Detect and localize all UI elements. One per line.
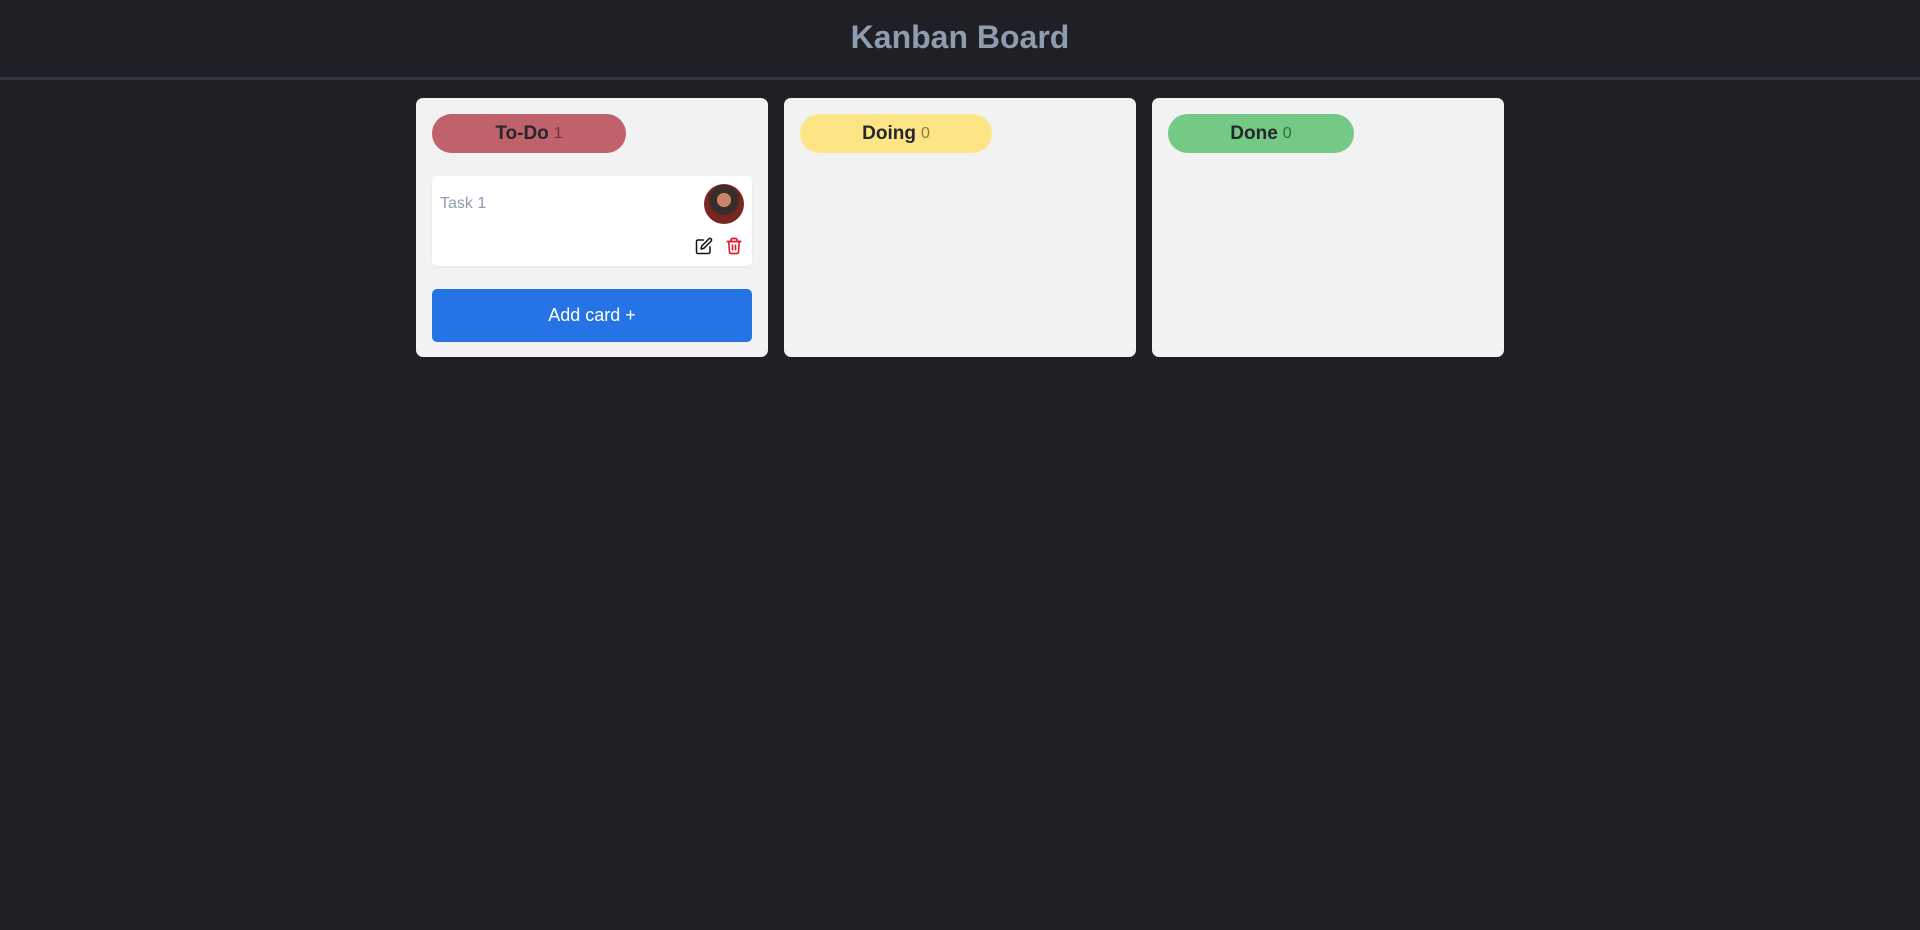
- column-todo: To-Do 1 Task 1 Add card +: [416, 98, 768, 357]
- header: Kanban Board: [0, 0, 1920, 80]
- column-title: To-Do: [495, 122, 549, 144]
- column-header-doing: Doing 0: [800, 114, 992, 153]
- column-doing: Doing 0: [784, 98, 1136, 357]
- column-title: Doing: [862, 122, 916, 144]
- kanban-board: To-Do 1 Task 1 Add card + Doing 0 Done 0: [416, 98, 1504, 357]
- avatar: [704, 184, 744, 224]
- page-title: Kanban Board: [850, 19, 1070, 55]
- card-actions: [694, 236, 744, 256]
- column-header-todo: To-Do 1: [432, 114, 626, 153]
- column-header-done: Done 0: [1168, 114, 1354, 153]
- card-title: Task 1: [440, 195, 487, 212]
- task-card[interactable]: Task 1: [432, 176, 752, 266]
- column-count: 0: [1282, 124, 1292, 142]
- edit-icon[interactable]: [694, 236, 714, 256]
- column-count: 1: [553, 124, 563, 142]
- column-count: 0: [920, 124, 930, 142]
- add-card-button[interactable]: Add card +: [432, 289, 752, 342]
- column-title: Done: [1230, 122, 1278, 144]
- trash-icon[interactable]: [724, 236, 744, 256]
- column-done: Done 0: [1152, 98, 1504, 357]
